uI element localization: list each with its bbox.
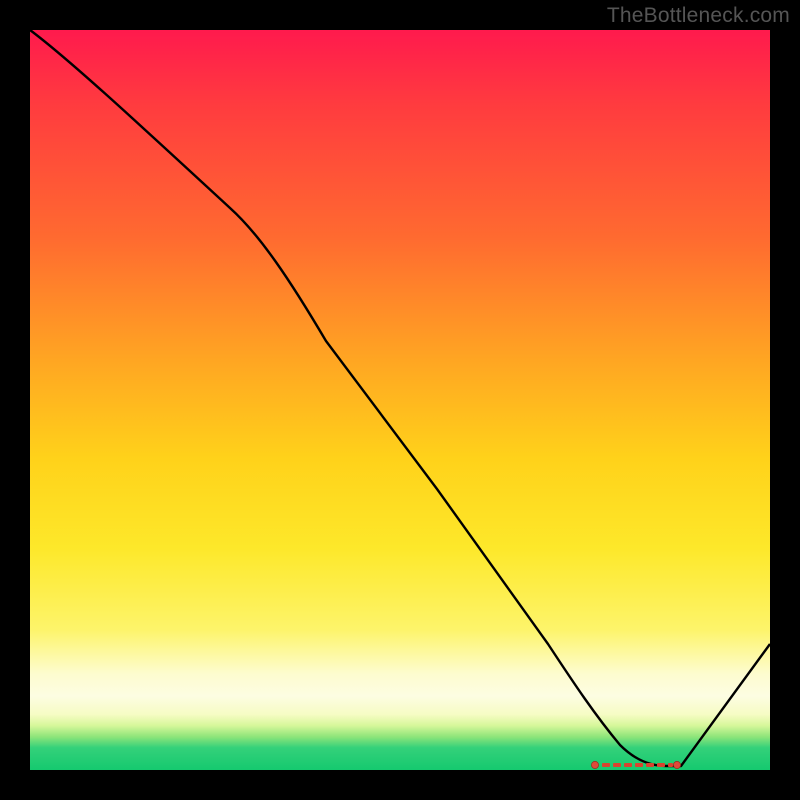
plot-area	[30, 30, 770, 770]
marker-dash-6	[657, 763, 665, 767]
marker-dash-1	[602, 763, 610, 767]
marker-dash-7	[668, 763, 673, 767]
marker-dash-3	[624, 763, 632, 767]
chart-stage: TheBottleneck.com	[0, 0, 800, 800]
marker-dash-2	[613, 763, 621, 767]
marker-dash-4	[635, 763, 643, 767]
marker-dot-left	[591, 761, 598, 768]
curve-layer	[30, 30, 770, 770]
curve-path	[30, 30, 770, 766]
watermark-text: TheBottleneck.com	[607, 4, 790, 28]
marker-dash-5	[646, 763, 654, 767]
marker-dot-right	[673, 761, 680, 768]
